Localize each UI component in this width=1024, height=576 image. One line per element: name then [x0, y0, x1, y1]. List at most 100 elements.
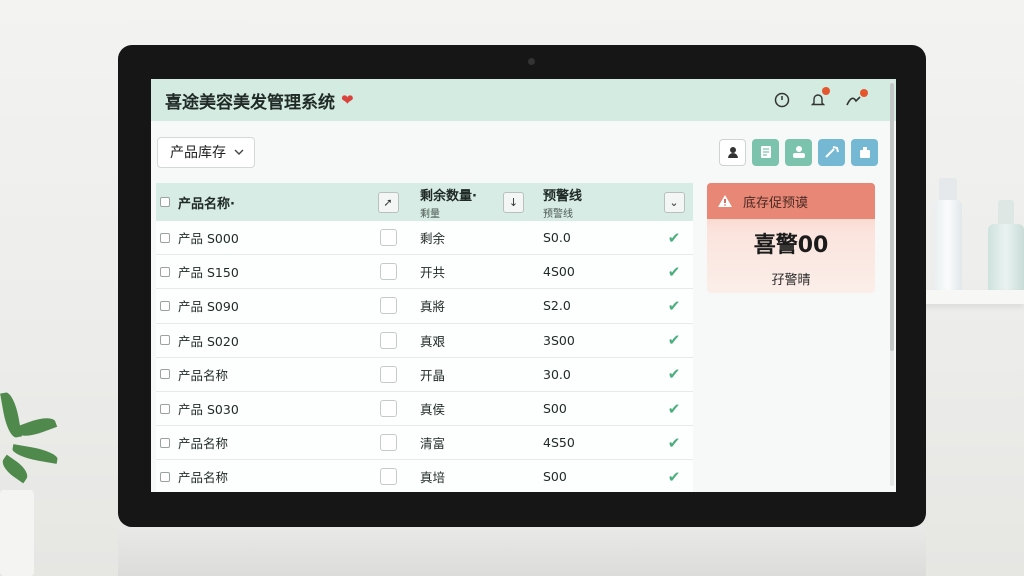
- bottle-cap: [998, 200, 1014, 226]
- alert-count: 喜警00: [753, 233, 829, 258]
- warning-threshold: S0.0: [543, 230, 571, 246]
- heart-icon: ❤: [341, 91, 354, 109]
- table-row[interactable]: 产品 S030 真侯 S00 ✔: [156, 391, 693, 427]
- remaining-qty: 真培: [420, 470, 446, 486]
- remaining-qty: 真侯: [420, 402, 446, 418]
- trend-icon[interactable]: [844, 89, 868, 110]
- product-name: 产品 S150: [178, 265, 239, 281]
- filter-dropdown-button[interactable]: ⌄: [663, 191, 685, 213]
- table-row[interactable]: 产品 S020 真艰 3S00 ✔: [156, 323, 693, 358]
- staff-button[interactable]: [785, 138, 812, 166]
- product-name: 产品名称: [178, 436, 229, 452]
- row-checkbox[interactable]: [160, 266, 170, 277]
- user-icon: [727, 147, 738, 158]
- tools-button[interactable]: [818, 138, 845, 166]
- document-icon: [760, 146, 771, 158]
- monitor-stand: [118, 526, 926, 576]
- plant-pot: [0, 490, 34, 576]
- row-select-box[interactable]: [379, 434, 397, 452]
- product-name: 产品 S000: [178, 231, 239, 247]
- row-select-box[interactable]: [379, 331, 397, 349]
- bottle-cap: [939, 178, 957, 202]
- select-all-checkbox[interactable]: [160, 197, 170, 207]
- toolbar-buttons: [719, 138, 878, 166]
- row-checkbox[interactable]: [160, 369, 170, 380]
- warning-threshold: S00: [543, 401, 567, 417]
- table-header: 产品名称· ➚ 剩余数量· 剩量 ↓ 预警线 预警线 ⌄: [156, 183, 693, 221]
- product-name: 产品名称: [178, 470, 229, 486]
- check-icon: ✔: [667, 467, 681, 486]
- header-actions: [772, 87, 882, 110]
- tools-icon: [824, 146, 839, 158]
- alert-subtitle: 孖警晴: [771, 273, 811, 288]
- remaining-qty: 剩余: [420, 231, 446, 247]
- notification-badge: [822, 87, 830, 95]
- notification-bell-icon[interactable]: [808, 87, 830, 110]
- row-checkbox[interactable]: [160, 471, 170, 482]
- remaining-qty: 清富: [420, 436, 446, 452]
- warning-threshold: 4S00: [543, 264, 575, 280]
- document-button[interactable]: [752, 138, 779, 166]
- remaining-qty: 真將: [420, 299, 446, 315]
- table-body: 产品 S000 剩余 S0.0 ✔ 产品 S150 开共 4S00 ✔ 产品 S090 真將 S2.…: [156, 221, 693, 492]
- alert-header: 底存促预谟: [707, 183, 875, 219]
- row-checkbox[interactable]: [160, 437, 170, 448]
- warning-threshold: S2.0: [543, 298, 571, 314]
- app-screen: 喜途美容美发管理系统 ❤ 产品库存 产品名称· ➚ 剩余数量· 剩量 ↓ 预警线…: [151, 79, 896, 492]
- check-icon: ✔: [667, 331, 681, 350]
- row-select-box[interactable]: [379, 297, 397, 315]
- vertical-scrollbar[interactable]: [890, 81, 894, 486]
- leaf: [0, 454, 32, 484]
- scroll-thumb[interactable]: [890, 83, 894, 351]
- product-name: 产品名称: [178, 367, 229, 383]
- toolbar: 产品库存: [151, 121, 896, 183]
- table-row[interactable]: 产品 S000 剩余 S0.0 ✔: [156, 221, 693, 256]
- header-name: 产品名称·: [178, 196, 235, 212]
- low-stock-alert-card[interactable]: 底存促预谟 喜警00 孖警晴: [707, 183, 875, 293]
- check-icon: ✔: [667, 433, 681, 452]
- bag-button[interactable]: [851, 138, 878, 166]
- warning-threshold: 30.0: [543, 366, 571, 382]
- row-select-box[interactable]: [379, 468, 397, 486]
- remaining-qty: 真艰: [420, 333, 446, 349]
- user-button[interactable]: [719, 138, 746, 166]
- row-select-box[interactable]: [379, 400, 397, 418]
- warning-threshold: 3S00: [543, 332, 575, 348]
- remaining-qty: 开晶: [420, 367, 446, 383]
- trend-badge: [860, 89, 868, 97]
- check-icon: ✔: [667, 365, 681, 384]
- check-icon: ✔: [667, 228, 681, 247]
- product-name: 产品 S020: [178, 333, 239, 349]
- inventory-table: 产品名称· ➚ 剩余数量· 剩量 ↓ 预警线 预警线 ⌄ 产品 S000 剩余 …: [156, 183, 693, 492]
- product-name: 产品 S030: [178, 402, 239, 418]
- app-header: 喜途美容美发管理系统 ❤: [151, 79, 896, 121]
- table-row[interactable]: 产品名称 清富 4S50 ✔: [156, 426, 693, 461]
- row-checkbox[interactable]: [160, 232, 170, 243]
- row-checkbox[interactable]: [160, 300, 170, 311]
- table-row[interactable]: 产品 S090 真將 S2.0 ✔: [156, 289, 693, 324]
- check-icon: ✔: [667, 262, 681, 281]
- clock-icon[interactable]: [772, 90, 792, 110]
- table-row[interactable]: 产品名称 真培 S00 ✔: [156, 460, 693, 492]
- row-checkbox[interactable]: [160, 335, 170, 346]
- shelf: [914, 290, 1024, 304]
- bag-icon: [859, 147, 870, 158]
- sort-qty-button[interactable]: ↓: [503, 192, 524, 213]
- app-title: 喜途美容美发管理系统 ❤: [165, 91, 354, 113]
- warning-icon: [718, 195, 732, 207]
- table-row[interactable]: 产品名称 开晶 30.0 ✔: [156, 357, 693, 392]
- table-row[interactable]: 产品 S150 开共 4S00 ✔: [156, 255, 693, 290]
- row-select-box[interactable]: [379, 365, 397, 383]
- category-dropdown[interactable]: 产品库存: [157, 136, 255, 168]
- row-select-box[interactable]: [379, 263, 397, 281]
- bottle-decor: [934, 200, 962, 292]
- sort-name-button[interactable]: ➚: [377, 191, 399, 213]
- chevron-down-icon: [234, 149, 244, 155]
- remaining-qty: 开共: [420, 265, 446, 281]
- warning-threshold: S00: [543, 469, 567, 485]
- warning-threshold: 4S50: [543, 435, 575, 451]
- staff-icon: [792, 146, 805, 158]
- leaf: [11, 444, 59, 464]
- row-select-box[interactable]: [379, 229, 397, 247]
- row-checkbox[interactable]: [160, 403, 170, 414]
